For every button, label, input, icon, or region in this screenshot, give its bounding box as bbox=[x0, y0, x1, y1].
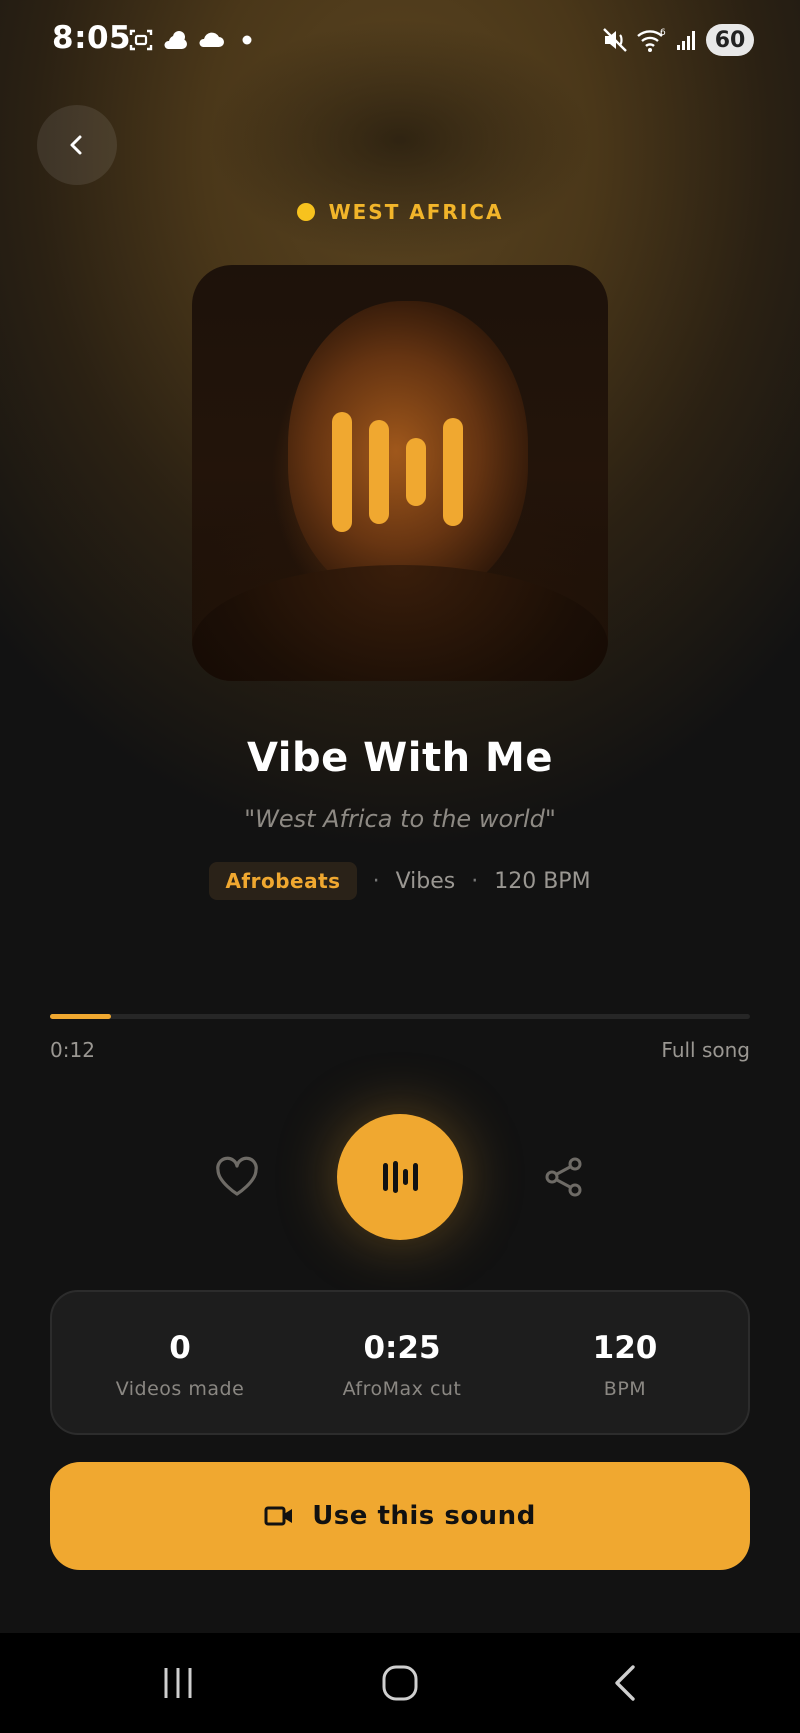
waveform-icon bbox=[383, 1161, 418, 1193]
progress-bar[interactable] bbox=[50, 1014, 750, 1019]
battery-icon: 60 bbox=[706, 24, 754, 56]
chevron-left-icon bbox=[70, 135, 82, 155]
stat-afromax-cut: 0:25 AfroMax cut bbox=[322, 1292, 482, 1437]
stat-label: BPM bbox=[603, 1377, 647, 1400]
screenshot-icon bbox=[126, 26, 156, 54]
stats-card: 0 Videos made 0:25 AfroMax cut 120 BPM bbox=[50, 1290, 750, 1435]
artwork-shoulders bbox=[192, 565, 608, 681]
recents-icon bbox=[164, 1668, 192, 1698]
waveform-bar bbox=[443, 418, 463, 526]
use-sound-label: Use this sound bbox=[312, 1501, 536, 1531]
dot-icon bbox=[239, 26, 255, 54]
recents-button[interactable] bbox=[148, 1658, 208, 1708]
system-nav-bar bbox=[0, 1633, 800, 1733]
home-button[interactable] bbox=[370, 1658, 430, 1708]
back-icon bbox=[615, 1665, 635, 1701]
album-artwork bbox=[192, 265, 608, 681]
heart-icon bbox=[216, 1156, 258, 1196]
status-time: 8:05 bbox=[52, 20, 132, 56]
stat-label: AfroMax cut bbox=[342, 1377, 462, 1400]
region-label: WEST AFRICA bbox=[328, 200, 504, 224]
weather-icon bbox=[161, 26, 191, 54]
waveform-overlay-icon bbox=[332, 412, 472, 532]
stat-videos-made: 0 Videos made bbox=[100, 1292, 260, 1437]
progress-fill bbox=[50, 1014, 111, 1019]
elapsed-time: 0:12 bbox=[50, 1038, 95, 1062]
stat-bpm: 120 BPM bbox=[575, 1292, 675, 1437]
stat-value: 0 bbox=[169, 1329, 191, 1366]
track-title: Vibe With Me bbox=[247, 735, 553, 781]
waveform-bar bbox=[332, 412, 352, 532]
like-button[interactable] bbox=[212, 1152, 262, 1202]
nav-back-button[interactable] bbox=[596, 1658, 656, 1708]
duration-label: Full song bbox=[661, 1038, 750, 1062]
region-tag: WEST AFRICA bbox=[0, 200, 800, 224]
meta-separator: · bbox=[372, 868, 380, 894]
stat-value: 0:25 bbox=[363, 1329, 441, 1366]
waveform-bar bbox=[406, 438, 426, 506]
signal-icon bbox=[674, 26, 700, 54]
stat-label: Videos made bbox=[115, 1377, 245, 1400]
share-button[interactable] bbox=[539, 1152, 589, 1202]
home-icon bbox=[382, 1665, 418, 1701]
mute-icon bbox=[600, 26, 630, 54]
track-tagline: "West Africa to the world" bbox=[244, 805, 556, 833]
status-bar: 8:05 6 60 bbox=[0, 0, 800, 80]
genre-chip[interactable]: Afrobeats bbox=[209, 862, 357, 900]
waveform-bar bbox=[369, 420, 389, 524]
bpm-label: 120 BPM bbox=[494, 868, 591, 894]
track-meta: Afrobeats · Vibes · 120 BPM bbox=[0, 862, 800, 900]
cloud-icon bbox=[195, 26, 227, 54]
play-button[interactable] bbox=[337, 1114, 463, 1240]
mood-label: Vibes bbox=[395, 868, 456, 894]
back-button[interactable] bbox=[37, 105, 117, 185]
use-sound-button[interactable]: Use this sound bbox=[50, 1462, 750, 1570]
region-dot bbox=[296, 203, 315, 221]
svg-text:6: 6 bbox=[660, 28, 666, 38]
stat-value: 120 bbox=[592, 1329, 658, 1366]
video-camera-icon bbox=[264, 1506, 293, 1526]
battery-level: 60 bbox=[714, 27, 746, 53]
meta-separator: · bbox=[471, 868, 479, 894]
wifi-icon: 6 bbox=[636, 26, 668, 54]
share-icon bbox=[545, 1157, 582, 1197]
